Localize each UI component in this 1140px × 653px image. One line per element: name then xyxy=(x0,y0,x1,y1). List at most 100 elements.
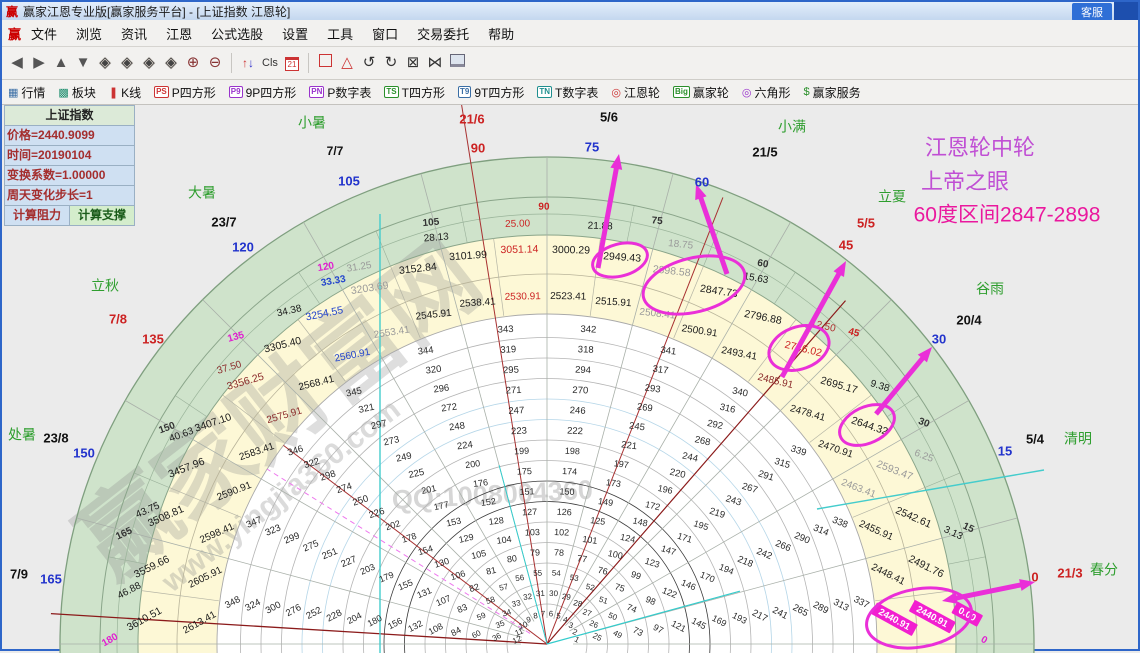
svg-text:318: 318 xyxy=(578,344,594,356)
tool-t-table-label: T数字表 xyxy=(555,84,598,101)
svg-text:293: 293 xyxy=(644,383,661,396)
tool-9t-square[interactable]: T99T四方形 xyxy=(458,84,524,101)
toolbar-separator xyxy=(231,53,232,73)
menu-item-6[interactable]: 工具 xyxy=(327,24,353,43)
svg-text:271: 271 xyxy=(505,385,521,397)
tool-9p-square-icon: P9 xyxy=(229,86,243,98)
svg-text:224: 224 xyxy=(456,439,473,452)
svg-text:立夏: 立夏 xyxy=(878,189,906,205)
svg-text:176: 176 xyxy=(472,477,488,489)
svg-text:75: 75 xyxy=(651,215,663,227)
svg-text:151: 151 xyxy=(519,486,534,497)
main-toolbar: ◀▶▲▼◈◈◈◈⊕⊖↑↓Cls21△↺↻⊠⋈ xyxy=(2,47,1138,80)
diamond-left-icon[interactable]: ◈ xyxy=(94,50,116,76)
center-arrows-icon[interactable]: ⋈ xyxy=(424,50,446,76)
svg-text:60: 60 xyxy=(756,258,769,271)
tool-p-square[interactable]: PSP四方形 xyxy=(154,84,216,101)
svg-text:343: 343 xyxy=(497,324,513,336)
coefficient-row: 变换系数=1.00000 xyxy=(5,166,134,186)
menu-item-4[interactable]: 公式选股 xyxy=(211,24,263,43)
svg-text:2523.41: 2523.41 xyxy=(550,291,587,303)
svg-text:173: 173 xyxy=(605,477,621,489)
nav-left-icon[interactable]: ◀ xyxy=(6,50,28,76)
updown-arrows-icon[interactable]: ↑↓ xyxy=(237,50,259,76)
rotate-cw-icon[interactable]: ↻ xyxy=(380,50,402,76)
svg-text:2515.91: 2515.91 xyxy=(595,296,632,309)
menu-item-9[interactable]: 帮助 xyxy=(488,24,514,43)
svg-text:342: 342 xyxy=(580,324,596,336)
tool-kline-label: K线 xyxy=(121,84,141,101)
menu-item-7[interactable]: 窗口 xyxy=(372,24,398,43)
menu-item-0[interactable]: 文件 xyxy=(31,24,57,43)
tool-winner-wheel[interactable]: Big赢家轮 xyxy=(673,84,729,101)
svg-text:90: 90 xyxy=(538,202,550,213)
tool-9p-square-label: 9P四方形 xyxy=(246,84,297,101)
svg-text:341: 341 xyxy=(660,345,677,358)
tool-quotes[interactable]: ▦行情 xyxy=(8,84,45,101)
nav-down-icon[interactable]: ▼ xyxy=(72,50,94,76)
svg-text:56: 56 xyxy=(515,573,526,583)
tool-hexagon-label: 六角形 xyxy=(754,84,790,101)
zoom-in-icon[interactable]: ⊕ xyxy=(182,50,204,76)
screen-icon[interactable] xyxy=(446,50,468,76)
svg-text:222: 222 xyxy=(567,426,583,438)
svg-text:105: 105 xyxy=(422,217,440,229)
svg-text:2949.43: 2949.43 xyxy=(603,250,642,264)
tool-9p-square[interactable]: P99P四方形 xyxy=(229,84,296,101)
svg-text:103: 103 xyxy=(525,527,540,538)
calc-resistance-button[interactable]: 计算阻力 xyxy=(5,206,70,225)
menu-item-3[interactable]: 江恩 xyxy=(166,24,192,43)
svg-text:5/4: 5/4 xyxy=(1026,431,1045,446)
svg-text:135: 135 xyxy=(142,331,164,346)
svg-text:272: 272 xyxy=(441,401,458,414)
svg-text:32: 32 xyxy=(523,592,534,602)
svg-text:152: 152 xyxy=(480,496,496,508)
svg-text:102: 102 xyxy=(554,527,569,538)
svg-text:清明: 清明 xyxy=(1064,431,1092,447)
rotate-ccw-icon[interactable]: ↺ xyxy=(358,50,380,76)
function-toolbar: ▦行情 ▩板块 ❚K线 PSP四方形 P99P四方形 PNP数字表 TST四方形 T99T四方… xyxy=(2,80,1138,105)
svg-text:5/5: 5/5 xyxy=(857,215,875,230)
menu-bar: 赢 文件浏览资讯江恩公式选股设置工具窗口交易委托帮助 xyxy=(2,20,1138,47)
tool-gann-wheel[interactable]: ◎江恩轮 xyxy=(611,84,660,101)
tool-gann-wheel-label: 江恩轮 xyxy=(624,84,660,101)
cls-button[interactable]: Cls xyxy=(259,50,281,76)
nav-right-icon[interactable]: ▶ xyxy=(28,50,50,76)
menu-item-1[interactable]: 浏览 xyxy=(76,24,102,43)
menu-item-8[interactable]: 交易委托 xyxy=(417,24,469,43)
customer-service-button[interactable]: 客服 xyxy=(1072,3,1112,21)
calendar-icon[interactable]: 21 xyxy=(281,50,303,76)
xbox-icon[interactable]: ⊠ xyxy=(402,50,424,76)
svg-text:126: 126 xyxy=(557,507,572,518)
menu-item-5[interactable]: 设置 xyxy=(282,24,308,43)
menu-item-2[interactable]: 资讯 xyxy=(121,24,147,43)
diamond-right-icon[interactable]: ◈ xyxy=(116,50,138,76)
tool-t-square[interactable]: TST四方形 xyxy=(384,84,445,101)
tool-p-table[interactable]: PNP数字表 xyxy=(309,84,371,101)
svg-text:294: 294 xyxy=(575,365,591,377)
nav-up-icon[interactable]: ▲ xyxy=(50,50,72,76)
svg-text:小暑: 小暑 xyxy=(298,115,326,131)
diamond-down-icon[interactable]: ◈ xyxy=(160,50,182,76)
svg-text:7/9: 7/9 xyxy=(10,566,28,581)
square-tool-icon[interactable] xyxy=(314,50,336,76)
svg-text:165: 165 xyxy=(40,571,62,586)
svg-text:221: 221 xyxy=(621,439,638,452)
tool-t-table[interactable]: TNT数字表 xyxy=(537,84,598,101)
svg-text:30: 30 xyxy=(932,331,946,346)
diamond-up-icon[interactable]: ◈ xyxy=(138,50,160,76)
calc-support-button[interactable]: 计算支撑 xyxy=(70,206,134,225)
tool-sectors-icon: ▩ xyxy=(58,86,68,99)
svg-text:125: 125 xyxy=(590,515,606,527)
panel-title: 上证指数 xyxy=(5,106,134,126)
tool-kline[interactable]: ❚K线 xyxy=(109,84,141,101)
svg-text:248: 248 xyxy=(448,420,465,433)
svg-text:127: 127 xyxy=(522,507,537,518)
tool-sectors[interactable]: ▩板块 xyxy=(58,84,95,101)
tool-winner-service[interactable]: $赢家服务 xyxy=(804,84,861,101)
tool-hexagon[interactable]: ◎六角形 xyxy=(742,84,791,101)
svg-text:76: 76 xyxy=(597,565,609,577)
zoom-out-icon[interactable]: ⊖ xyxy=(204,50,226,76)
triangle-tool-icon[interactable]: △ xyxy=(336,50,358,76)
tool-winner-service-icon: $ xyxy=(804,86,810,98)
